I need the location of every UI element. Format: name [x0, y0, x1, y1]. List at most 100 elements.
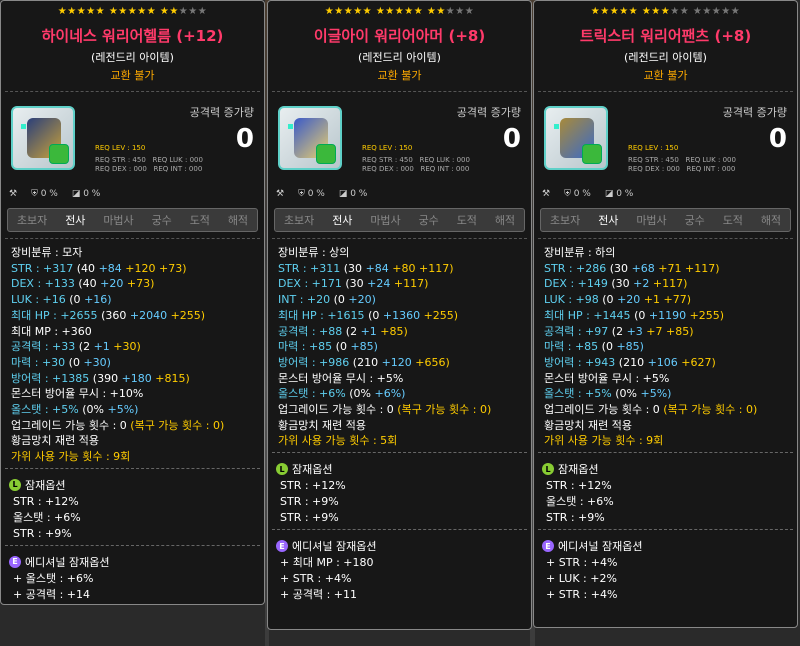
additional-potential-lines: + 올스탯 : +6% + 공격력 : +14 + 공격력 : +14	[1, 571, 264, 605]
stat-line: 공격력 : +97 (2 +3 +7 +85)	[544, 324, 694, 338]
item-grade: (레전드리 아이템)	[358, 51, 441, 64]
item-tooltip: ★★★★★ ★★★★★ ★★★★★ 이글아이 워리어아머 (+8) (레전드리 …	[267, 0, 532, 630]
divider	[5, 467, 260, 469]
stat-line: 공격력 : +88 (2 +1 +85)	[278, 324, 408, 338]
stat-line: 올스탯 : +5% (0% +5%)	[11, 403, 139, 417]
item-icon-row: 공격력 증가량 0 REQ LEV : 150 REQ STR : 450 RE…	[1, 102, 264, 184]
item-icon-row: 공격력 증가량 0 REQ LEV : 150 REQ STR : 450 RE…	[268, 102, 531, 184]
legendary-badge-icon: L	[542, 463, 554, 476]
job-4: 도적	[456, 214, 477, 227]
equipment-category: 장비분류 : 모자	[11, 246, 83, 259]
stat-line: 마력 : +85 (0 +85)	[278, 340, 378, 354]
req-dex-int: REQ DEX : 000 REQ INT : 000	[95, 165, 203, 173]
additional-potential-header: E 에디셔널 잠재옵션	[268, 533, 531, 555]
item-grade: (레전드리 아이템)	[91, 51, 174, 64]
lock-icon	[49, 144, 69, 164]
stat-list: 장비분류 : 모자 STR : +317 (40 +84 +120 +73) DEX…	[1, 239, 264, 465]
job-class-bar: 초보자 전사 마법사 궁수 도적 해적	[7, 208, 258, 232]
divider	[5, 91, 260, 92]
additional-potential-line: + 공격력 : +14	[13, 587, 90, 601]
stat-line: 최대 HP : +1615 (0 +1360 +255)	[278, 308, 459, 322]
scroll-icon: ⛨ 0 %	[564, 189, 591, 199]
req-level: REQ LEV : 150	[362, 144, 413, 152]
additional-potential-line: + 공격력 : +14	[13, 603, 264, 605]
stat-line: 최대 MP : +360	[11, 324, 92, 338]
job-0: 초보자	[16, 214, 48, 227]
divider	[538, 91, 793, 92]
additional-potential-line: + STR : +4%	[280, 572, 352, 586]
job-1: 전사	[332, 214, 353, 227]
job-1: 전사	[598, 214, 619, 227]
stat-line: STR : +317 (40 +84 +120 +73)	[11, 261, 187, 275]
star-force-stars: ★★★★★ ★★★★★ ★★★★★	[590, 6, 741, 17]
upgrade-count: 업그레이드 가능 횟수 : 0 (복구 가능 횟수 : 0)	[278, 403, 492, 417]
job-4: 도적	[189, 214, 210, 227]
stat-line: STR : +286 (30 +68 +71 +117)	[544, 261, 720, 275]
job-1: 전사	[65, 214, 86, 227]
req-dex-int: REQ DEX : 000 REQ INT : 000	[362, 165, 470, 173]
upgrade-count: 업그레이드 가능 횟수 : 0 (복구 가능 횟수 : 0)	[544, 403, 758, 417]
job-3: 궁수	[684, 214, 705, 227]
stat-line: 몬스터 방어율 무시 : +5%	[278, 371, 404, 385]
potential-header: L 잠재옵션	[1, 472, 264, 494]
additional-potential-header: E 에디셔널 잠재옵션	[1, 549, 264, 571]
stat-line: 공격력 : +33 (2 +1 +30)	[11, 340, 141, 354]
lock-icon	[582, 144, 602, 164]
divider	[538, 452, 793, 454]
golden-hammer-status: 황금망치 재련 적용	[11, 434, 99, 448]
stat-line: DEX : +133 (40 +20 +73)	[11, 277, 155, 291]
scroll-icon: ⛨ 0 %	[31, 189, 58, 199]
additional-potential-line: + 올스탯 : +6%	[13, 571, 94, 585]
stat-line: 몬스터 방어율 무시 : +5%	[544, 371, 670, 385]
potential-line: STR : +9%	[280, 495, 339, 509]
job-2: 마법사	[103, 214, 134, 227]
attack-increase-value: 0	[235, 124, 254, 154]
stat-line: DEX : +171 (30 +24 +117)	[278, 277, 429, 291]
item-title: 이글아이 워리어아머 (+8)	[313, 27, 486, 45]
additional-potential-line: + 최대 MP : +180	[280, 556, 374, 570]
stat-list: 장비분류 : 상의 STR : +311 (30 +84 +80 +117) DEX…	[268, 239, 531, 449]
wrench-icon: ⚒	[9, 189, 18, 199]
attack-increase-label: 공격력 증가량	[189, 106, 254, 119]
equipment-category: 장비분류 : 하의	[544, 246, 616, 259]
job-2: 마법사	[636, 214, 667, 227]
req-str-luk: REQ STR : 450 REQ LUK : 000	[628, 156, 736, 164]
untradeable-label: 교환 불가	[643, 69, 688, 82]
potential-header: L 잠재옵션	[534, 456, 797, 478]
job-class-bar: 초보자 전사 마법사 궁수 도적 해적	[540, 208, 791, 232]
job-5: 해적	[760, 214, 782, 227]
untradeable-label: 교환 불가	[110, 69, 155, 82]
item-title: 트릭스터 워리어팬츠 (+8)	[579, 27, 752, 45]
stat-line: STR : +311 (30 +84 +80 +117)	[278, 261, 454, 275]
req-dex-int: REQ DEX : 000 REQ INT : 000	[628, 165, 736, 173]
attack-increase-label: 공격력 증가량	[722, 106, 787, 119]
golden-hammer-status: 황금망치 재련 적용	[278, 418, 366, 432]
potential-line: 올스탯 : +6%	[13, 510, 81, 524]
shield-icon: ◪ 0 %	[71, 189, 101, 199]
req-str-luk: REQ STR : 450 REQ LUK : 000	[95, 156, 203, 164]
golden-hammer-status: 황금망치 재련 적용	[544, 418, 632, 432]
potential-header: L 잠재옵션	[268, 456, 531, 478]
shield-icon: ◪ 0 %	[338, 189, 368, 199]
item-icon	[544, 106, 608, 170]
lock-icon	[316, 144, 336, 164]
attack-increase-value: 0	[768, 124, 787, 154]
scissors-count: 가위 사용 가능 횟수 : 5회	[278, 434, 398, 448]
req-str-luk: REQ STR : 450 REQ LUK : 000	[362, 156, 470, 164]
stat-line: 방어력 : +986 (210 +120 +656)	[278, 355, 450, 369]
equipment-category: 장비분류 : 상의	[278, 246, 350, 259]
item-icon	[278, 106, 342, 170]
wrench-icon: ⚒	[276, 189, 285, 199]
scissors-count: 가위 사용 가능 횟수 : 9회	[11, 450, 131, 464]
stat-line: 올스탯 : +5% (0% +5%)	[544, 387, 672, 401]
potential-line: STR : +9%	[13, 526, 72, 540]
additional-potential-lines: + STR : +4% + LUK : +2% + STR : +4%	[534, 555, 797, 603]
legendary-badge-icon: L	[9, 478, 21, 491]
stat-list: 장비분류 : 하의 STR : +286 (30 +68 +71 +117) DEX…	[534, 239, 797, 449]
stat-line: 마력 : +85 (0 +85)	[544, 340, 644, 354]
divider	[538, 529, 793, 531]
item-icon-row: 공격력 증가량 0 REQ LEV : 150 REQ STR : 450 RE…	[534, 102, 797, 184]
epic-badge-icon: E	[9, 555, 21, 568]
stat-line: 방어력 : +1385 (390 +180 +815)	[11, 371, 190, 385]
job-0: 초보자	[283, 214, 315, 227]
